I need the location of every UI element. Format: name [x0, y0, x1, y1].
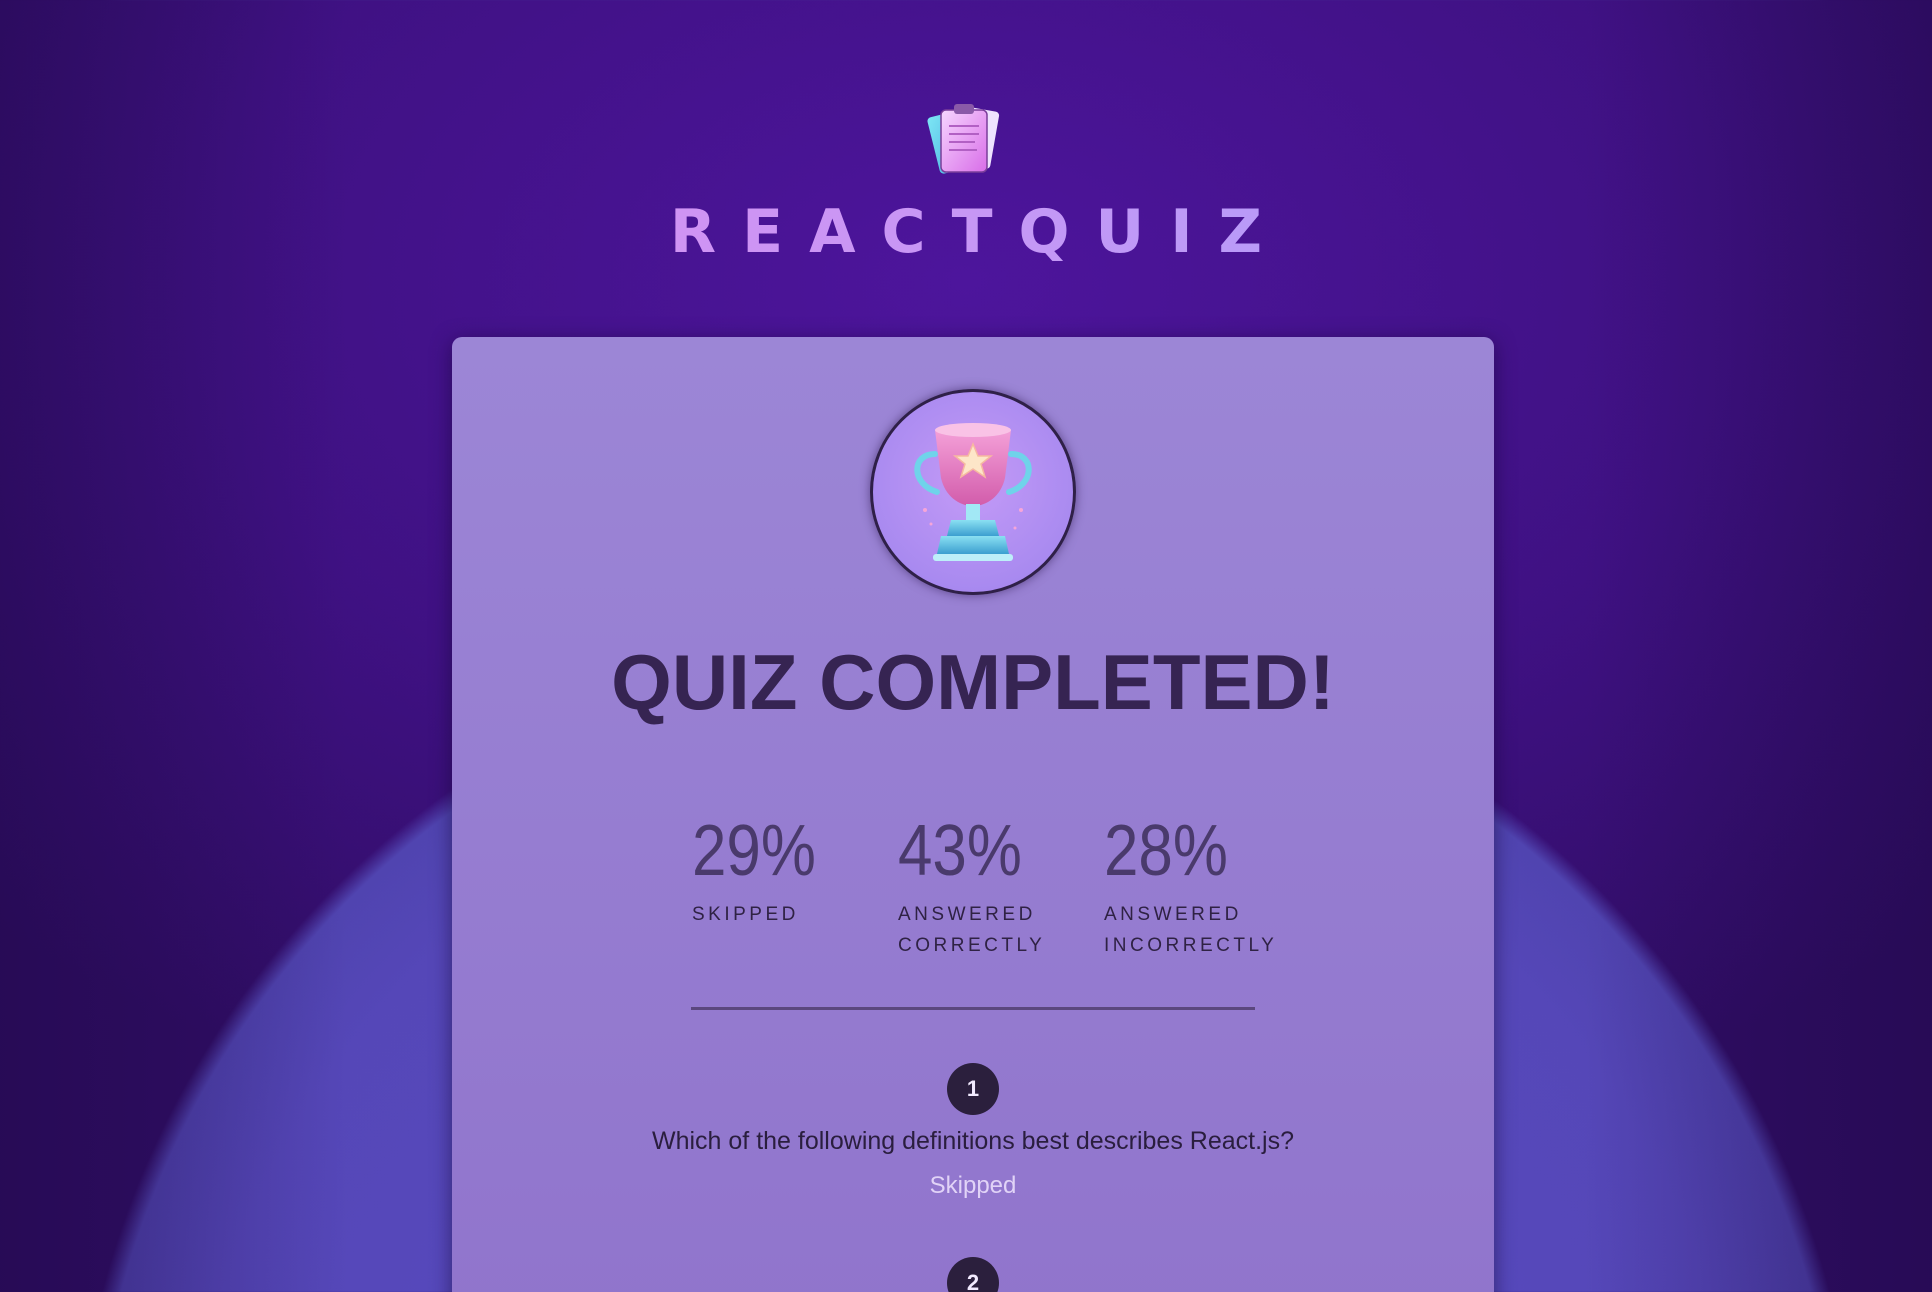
answer-item: 2	[452, 1257, 1494, 1292]
question-text: Which of the following definitions best …	[652, 1127, 1294, 1155]
stat-label: ANSWERED INCORRECTLY	[1104, 904, 1278, 956]
stat-label: SKIPPED	[692, 904, 799, 925]
stat-answered-correctly: 43% ANSWERED CORRECTLY	[898, 815, 1042, 961]
app-title: REACTQUIZ	[0, 196, 1932, 268]
score-stats: 29% SKIPPED 43% ANSWERED CORRECTLY 28% A…	[692, 815, 1292, 975]
quiz-completed-title: QUIZ COMPLETED!	[611, 638, 1335, 726]
question-number-badge: 2	[947, 1257, 999, 1292]
trophy-badge	[870, 389, 1076, 595]
divider	[691, 1007, 1255, 1010]
answer-item: 1 Which of the following definitions bes…	[452, 1063, 1494, 1200]
trophy-icon	[914, 423, 1032, 561]
app-header: REACTQUIZ	[0, 96, 1932, 268]
quiz-clipboard-icon	[927, 104, 1000, 174]
stat-skipped: 29% SKIPPED	[692, 815, 872, 930]
stat-answered-incorrectly: 28% ANSWERED INCORRECTLY	[1104, 811, 1278, 961]
stat-value: 43%	[898, 811, 1022, 891]
question-number-badge: 1	[947, 1063, 999, 1115]
stat-label: ANSWERED CORRECTLY	[898, 904, 1046, 956]
quiz-summary-card: QUIZ COMPLETED! 29% SKIPPED 43% ANSWERED…	[452, 337, 1494, 1292]
answer-status: Skipped	[929, 1172, 1017, 1199]
stat-value: 28%	[1104, 811, 1228, 891]
stat-value: 29%	[692, 811, 816, 891]
